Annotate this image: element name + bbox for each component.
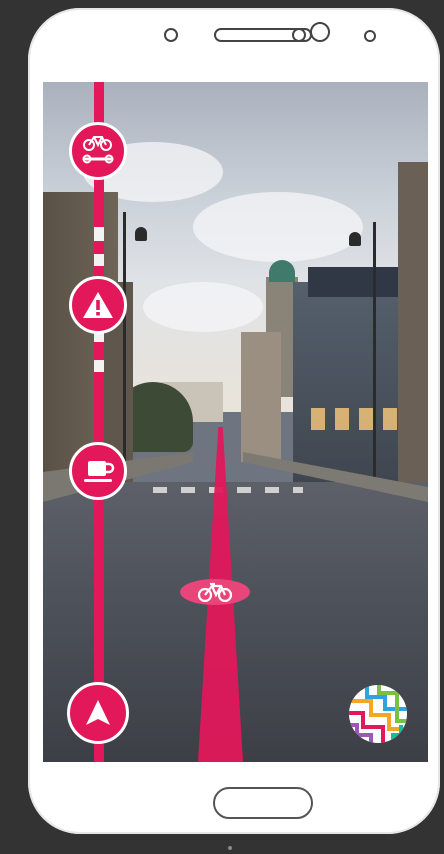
far-right-tower: [398, 162, 428, 482]
lamp-head: [135, 227, 147, 241]
route-gap: [94, 254, 104, 266]
window-light: [359, 408, 373, 430]
navigation-arrow-icon: [86, 700, 110, 725]
proximity-sensor-icon: [292, 28, 306, 42]
route-progress-line: [94, 82, 104, 762]
right-building-mid: [241, 332, 281, 462]
light-sensor-icon: [364, 30, 376, 42]
tower-roof: [269, 260, 295, 282]
coffee-icon: [84, 461, 115, 482]
front-sensor-icon: [164, 28, 178, 42]
warning-icon: [83, 292, 113, 318]
crosswalk: [153, 487, 303, 493]
window-light: [383, 408, 397, 430]
camera-view: [43, 82, 428, 762]
transit-map-icon: [349, 685, 407, 743]
bicycle-icon: [197, 582, 233, 602]
poi-bike-repair[interactable]: [69, 122, 127, 180]
lamp-post: [123, 212, 126, 482]
cloud: [193, 192, 363, 262]
cloud: [143, 282, 263, 332]
window-light: [335, 408, 349, 430]
bottom-mic-dot: [228, 846, 232, 850]
lamp-head: [349, 232, 361, 246]
lamp-post: [373, 222, 376, 482]
route-gap: [94, 360, 104, 372]
home-button[interactable]: [213, 787, 313, 819]
bike-repair-icon: [82, 136, 114, 164]
poi-coffee[interactable]: [69, 442, 127, 500]
window-light: [311, 408, 325, 430]
poi-warning[interactable]: [69, 276, 127, 334]
front-camera-icon: [310, 22, 330, 42]
route-gap: [94, 227, 104, 241]
navigate-button[interactable]: [67, 682, 129, 744]
lane-bike-marker: [180, 579, 250, 605]
transit-map-button[interactable]: [349, 685, 407, 743]
